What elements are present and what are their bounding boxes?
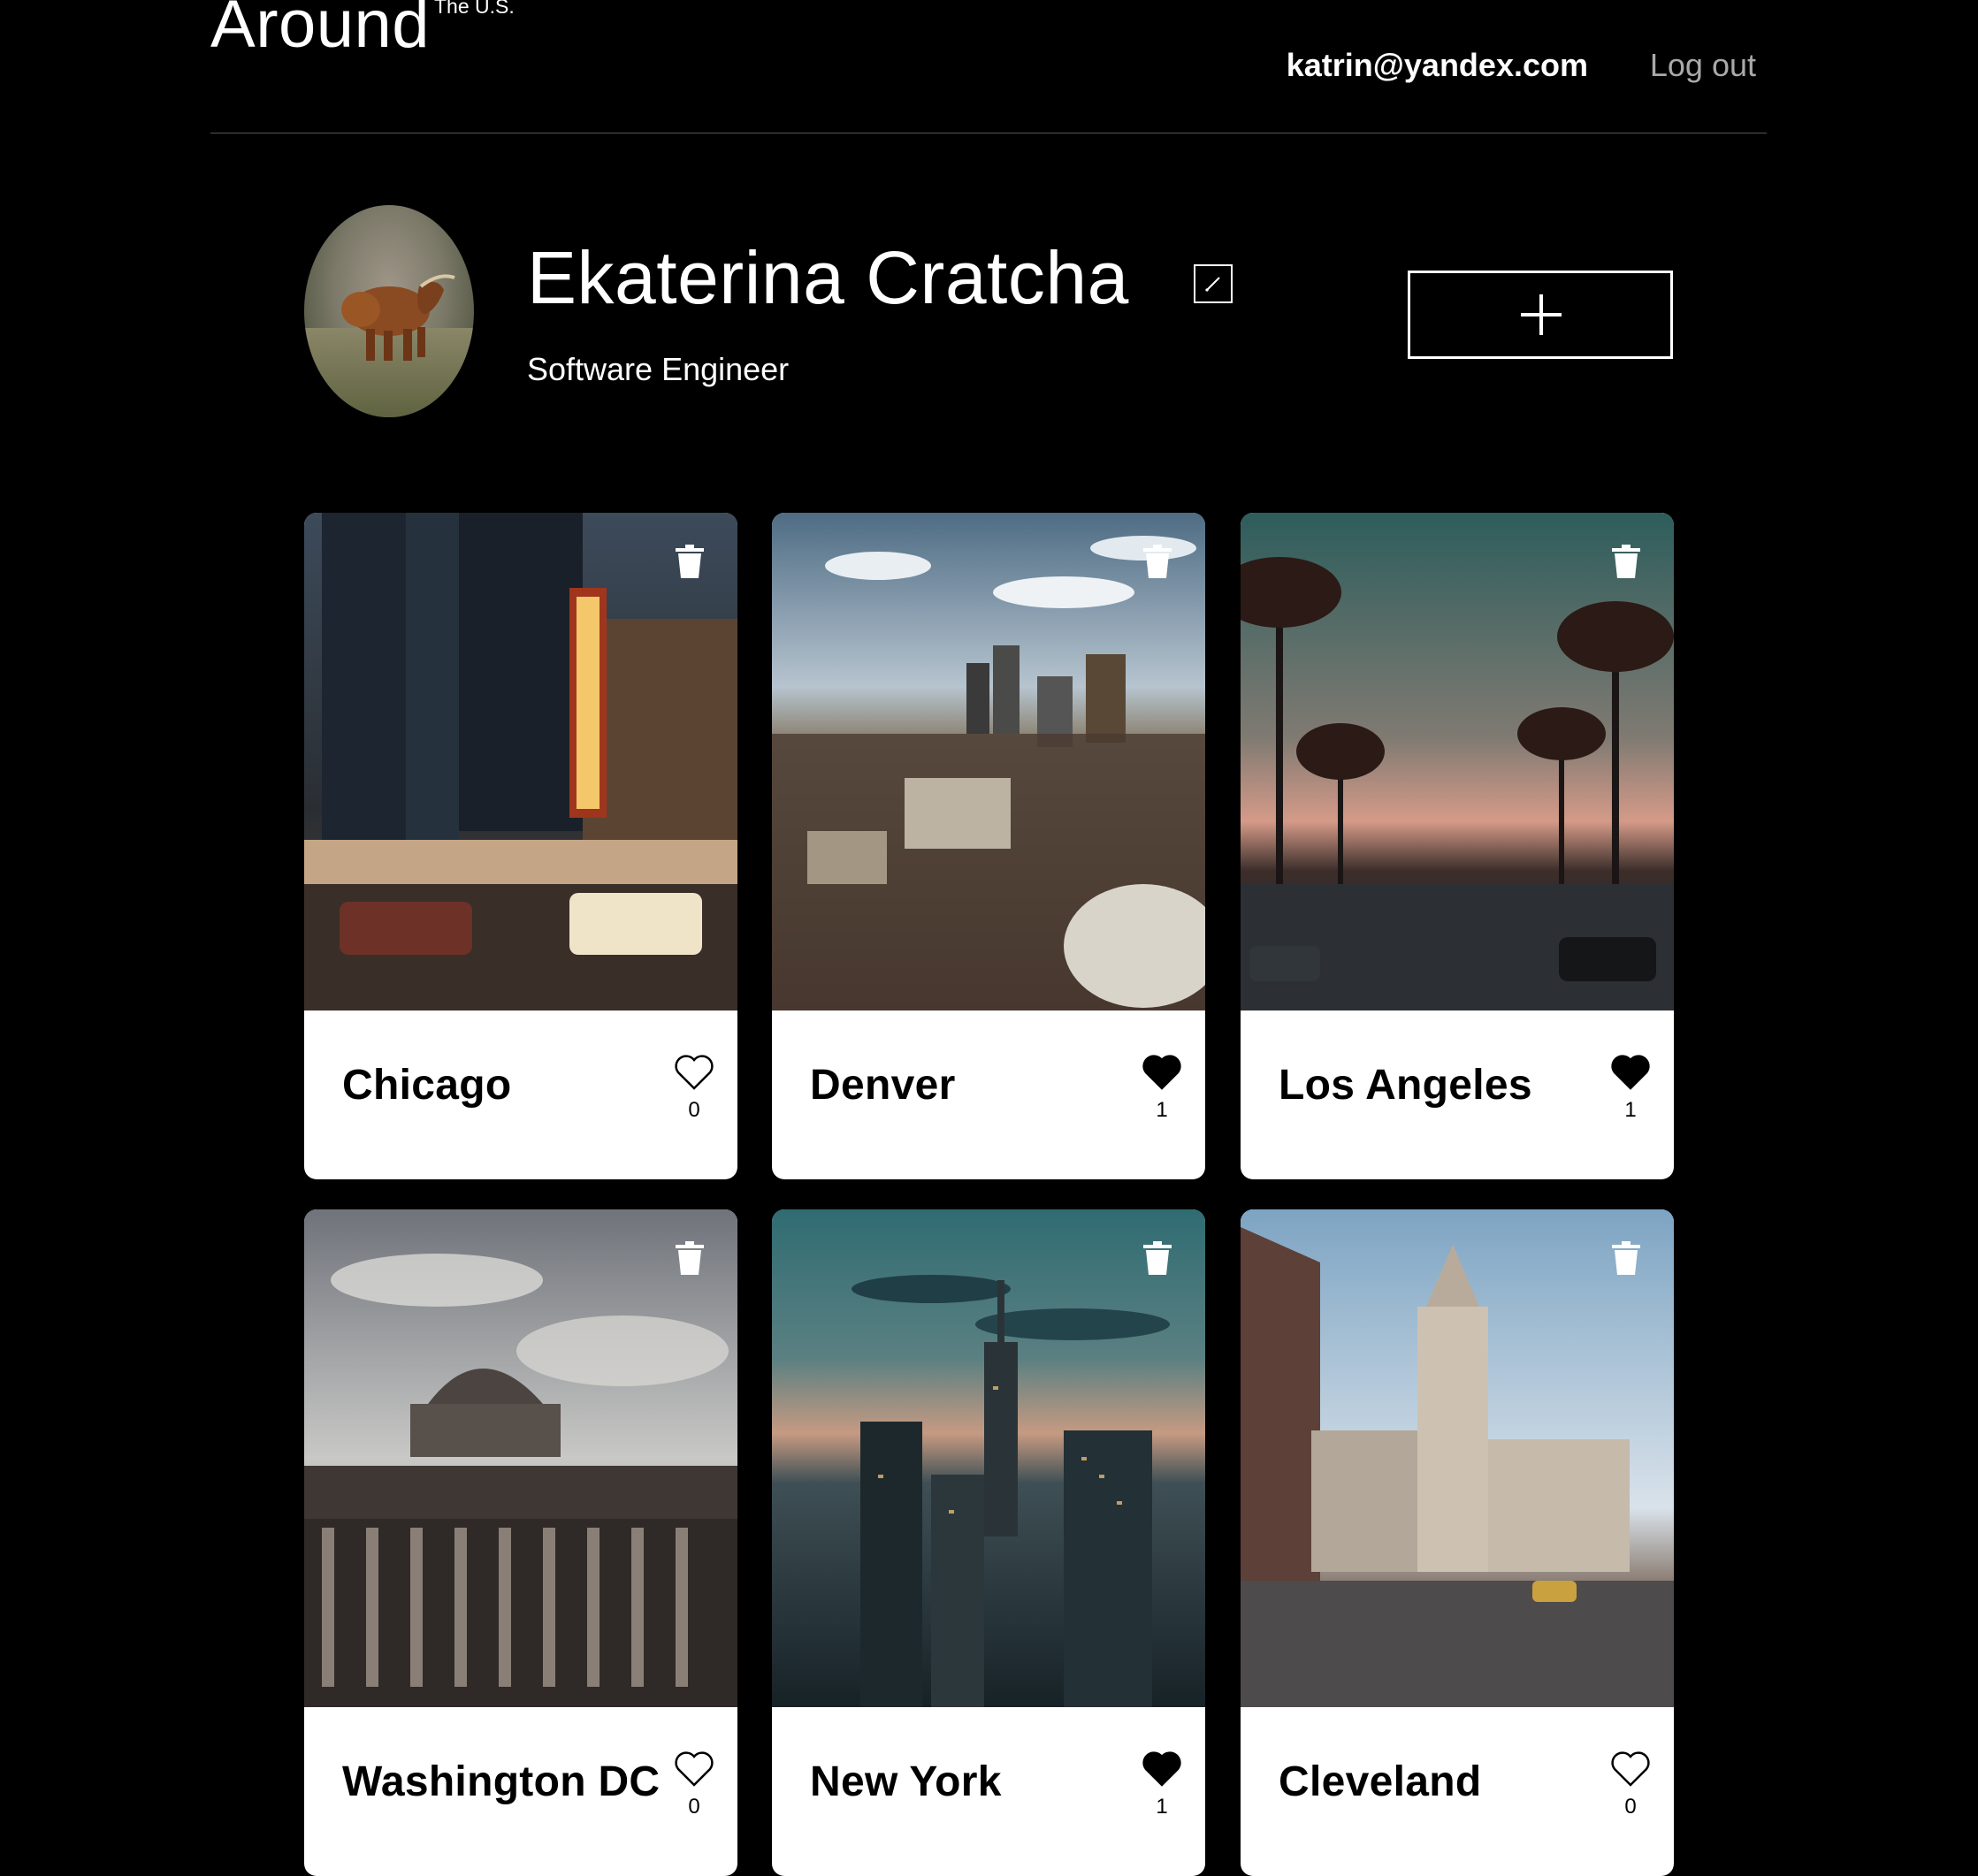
heart-icon[interactable] xyxy=(1610,1750,1651,1788)
heart-icon[interactable] xyxy=(1142,1054,1182,1091)
card-title: Los Angeles xyxy=(1279,1062,1532,1109)
card-image-denver[interactable] xyxy=(772,513,1205,1010)
heart-icon[interactable] xyxy=(674,1054,714,1091)
trash-icon[interactable] xyxy=(1610,545,1642,580)
trash-icon[interactable] xyxy=(674,1241,706,1277)
trash-icon[interactable] xyxy=(1142,1241,1173,1277)
card-denver: Denver 1 xyxy=(772,513,1205,1179)
logo-superscript: The U.S. xyxy=(434,0,515,18)
pencil-icon xyxy=(1204,277,1220,293)
add-card-button[interactable] xyxy=(1408,271,1673,359)
avatar[interactable] xyxy=(304,205,474,417)
like-count: 1 xyxy=(1156,1098,1168,1122)
trash-icon[interactable] xyxy=(674,545,706,580)
header: Around The U.S. katrin@yandex.com Log ou… xyxy=(210,0,1767,133)
card-title: New York xyxy=(810,1758,1002,1805)
heart-icon[interactable] xyxy=(1142,1750,1182,1788)
trash-icon[interactable] xyxy=(1142,545,1173,580)
card-washington-dc: Washington DC 0 xyxy=(304,1209,737,1876)
card-cleveland: Cleveland 0 xyxy=(1241,1209,1674,1876)
card-image-washington-dc[interactable] xyxy=(304,1209,737,1707)
like-count: 0 xyxy=(688,1795,700,1819)
like-count: 1 xyxy=(1156,1795,1168,1819)
card-los-angeles: Los Angeles 1 xyxy=(1241,513,1674,1179)
card-image-chicago[interactable] xyxy=(304,513,737,1010)
like-count: 0 xyxy=(688,1098,700,1122)
heart-icon[interactable] xyxy=(674,1750,714,1788)
card-title: Chicago xyxy=(342,1062,512,1109)
trash-icon[interactable] xyxy=(1610,1241,1642,1277)
edit-profile-button[interactable] xyxy=(1194,264,1233,303)
card-title: Washington DC xyxy=(342,1758,661,1805)
logo-text: Around xyxy=(210,0,431,62)
card-image-cleveland[interactable] xyxy=(1241,1209,1674,1707)
card-new-york: New York 1 xyxy=(772,1209,1205,1876)
like-count: 1 xyxy=(1624,1098,1637,1122)
heart-icon[interactable] xyxy=(1610,1054,1651,1091)
card-image-new-york[interactable] xyxy=(772,1209,1205,1707)
card-image-los-angeles[interactable] xyxy=(1241,513,1674,1010)
profile-job: Software Engineer xyxy=(527,351,790,387)
logout-link[interactable]: Log out xyxy=(1650,50,1756,81)
profile-name: Ekaterina Cratcha xyxy=(527,236,1129,319)
card-title: Cleveland xyxy=(1279,1758,1482,1805)
like-count: 0 xyxy=(1624,1795,1637,1819)
user-email: katrin@yandex.com xyxy=(1286,47,1588,83)
card-chicago: Chicago 0 xyxy=(304,513,737,1179)
card-title: Denver xyxy=(810,1062,956,1109)
